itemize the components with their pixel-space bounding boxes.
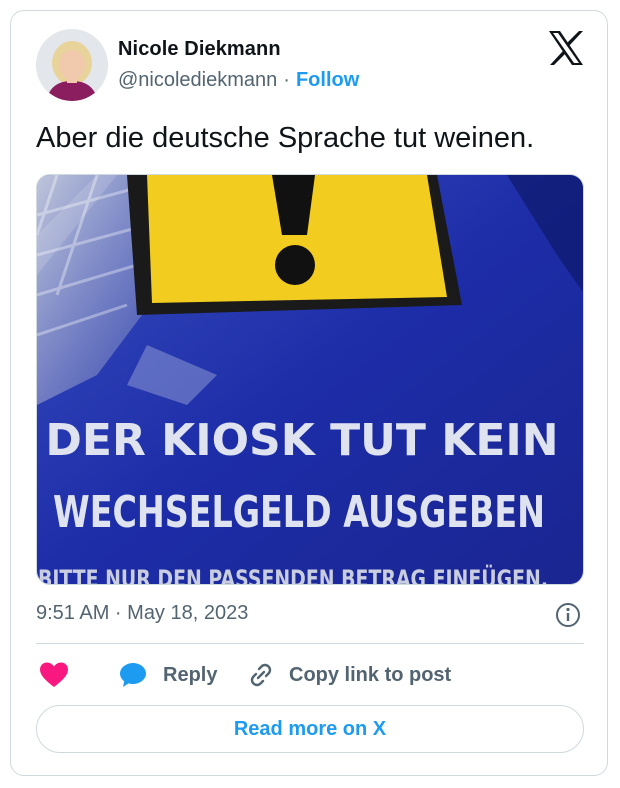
post-timestamp[interactable]: 9:51 AM · May 18, 2023 (36, 602, 248, 625)
kiosk-sign-photo: DER KIOSK TUT KEIN WECHSELGELD AUSGEBEN … (37, 175, 583, 585)
reply-label: Reply (163, 663, 218, 686)
heart-icon (40, 662, 68, 687)
post-text: Aber die deutsche Sprache tut weinen. (36, 122, 535, 154)
reply-bubble-icon (120, 663, 146, 687)
x-logo-icon[interactable] (546, 30, 586, 66)
post-photo[interactable]: DER KIOSK TUT KEIN WECHSELGELD AUSGEBEN … (36, 174, 584, 585)
author-handle[interactable]: @nicolediekmann (118, 69, 277, 91)
follow-link[interactable]: Follow (296, 69, 359, 91)
copy-link-label: Copy link to post (289, 663, 452, 686)
info-icon[interactable] (554, 601, 582, 629)
author-name[interactable]: Nicole Diekmann (118, 38, 281, 61)
sign-line-1: DER KIOSK TUT KEIN (45, 415, 558, 466)
author-avatar[interactable] (36, 29, 108, 101)
like-button[interactable] (39, 659, 69, 691)
avatar-image (36, 29, 108, 101)
reply-button[interactable]: Reply (119, 659, 217, 691)
read-more-button[interactable]: Read more on X (36, 705, 584, 753)
link-icon (250, 663, 272, 687)
sign-line-2: WECHSELGELD AUSGEBEN (53, 487, 545, 538)
sign-line-3: BITTE NUR DEN PASSENDEN BETRAG EINFÜGEN. (38, 563, 548, 585)
divider (36, 643, 584, 644)
author-handle-row: @nicolediekmann · Follow (118, 69, 359, 92)
separator-dot: · (283, 69, 290, 91)
embedded-post-card: Nicole Diekmann @nicolediekmann · Follow A… (10, 10, 608, 776)
copy-link-button[interactable]: Copy link to post (247, 659, 451, 691)
